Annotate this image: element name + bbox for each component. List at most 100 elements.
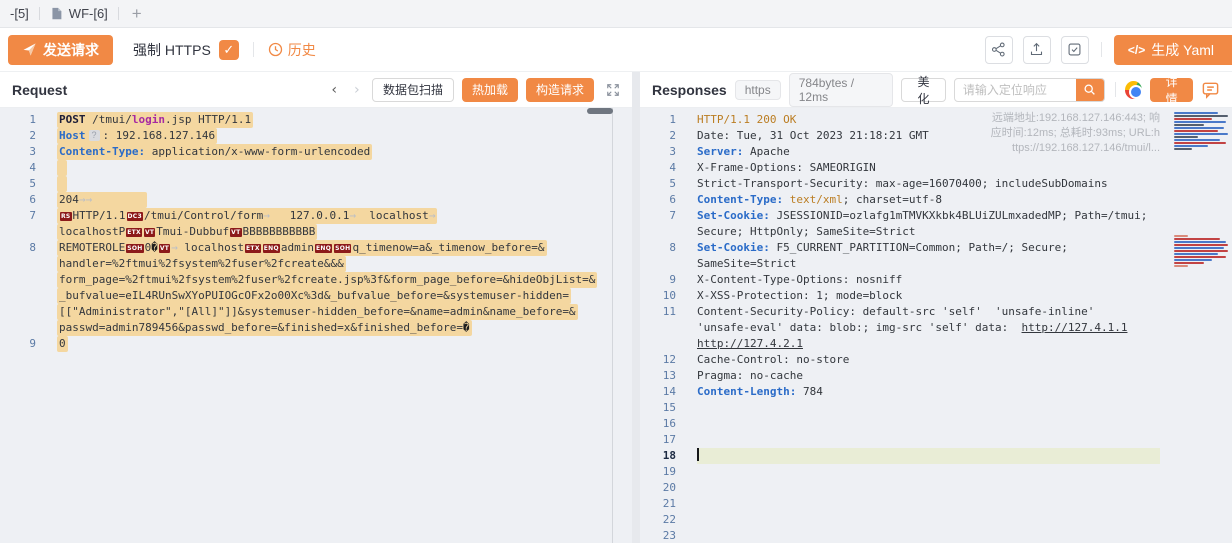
- clock-icon: [268, 42, 283, 57]
- export-button[interactable]: [1023, 36, 1051, 64]
- line-number: [640, 336, 676, 352]
- code-token: [["Administrator","[All]"]]&systemuser-h…: [59, 305, 576, 318]
- edit-button[interactable]: [1061, 36, 1089, 64]
- chrome-icon[interactable]: [1125, 81, 1142, 99]
- minimap-line: [1174, 118, 1212, 120]
- minimap-line: [1174, 127, 1224, 129]
- code-token: /tmui/Control/form: [144, 209, 263, 222]
- code-token: HTTP/1.1: [73, 209, 126, 222]
- line-number: [0, 304, 36, 320]
- code-token: localhost: [356, 209, 429, 222]
- line-content: Strict-Transport-Security: max-age=16070…: [697, 176, 1108, 192]
- minimap-line: [1174, 124, 1204, 126]
- split-resize-handle[interactable]: [632, 72, 640, 543]
- history-prev-button[interactable]: ‹: [327, 82, 341, 98]
- fuzz-highlight: REMOTEROLESOH0�VT→ localhostETXENQadminE…: [57, 240, 547, 256]
- construct-request-button[interactable]: 构造请求: [526, 78, 594, 102]
- packet-scan-button[interactable]: 数据包扫描: [372, 78, 454, 102]
- hot-reload-button[interactable]: 热加载: [462, 78, 518, 102]
- code-line: 6Content-Type: text/xml; charset=utf-8: [640, 192, 1232, 208]
- tab-5[interactable]: -[5]: [0, 0, 39, 27]
- line-content: Date: Tue, 31 Oct 2023 21:18:21 GMT: [697, 128, 929, 144]
- response-search-box: [954, 78, 1105, 102]
- line-number: 1: [640, 112, 676, 128]
- code-line: 9X-Content-Type-Options: nosniff: [640, 272, 1232, 288]
- fuzz-highlight: passwd=admin789456&passwd_before=&finish…: [57, 320, 472, 336]
- line-number: 1: [0, 112, 36, 128]
- line-content: SameSite=Strict: [697, 256, 796, 272]
- minimap-line: [1174, 256, 1226, 258]
- line-content: form_page=%2ftmui%2fsystem%2fuser%2fcrea…: [57, 272, 597, 288]
- magnifier-icon: [1083, 83, 1096, 96]
- line-content: handler=%2ftmui%2fsystem%2fuser%2fcreate…: [57, 256, 346, 272]
- code-line: 7RSHTTP/1.1DC3/tmui/Control/form→ 127.0.…: [0, 208, 632, 224]
- code-token: localhost: [178, 241, 244, 254]
- line-content: Content-Security-Policy: default-src 'se…: [697, 304, 1094, 320]
- request-editor[interactable]: 1POST /tmui/login.jsp HTTP/1.12Host?: 19…: [0, 108, 632, 543]
- line-number: 3: [0, 144, 36, 160]
- code-line: 10X-XSS-Protection: 1; mode=block: [640, 288, 1232, 304]
- line-content: passwd=admin789456&passwd_before=&finish…: [57, 320, 472, 336]
- control-char-badge: VT: [230, 228, 241, 237]
- response-search-input[interactable]: [955, 83, 1076, 97]
- comment-icon[interactable]: [1201, 80, 1220, 99]
- code-token: : 192.168.127.146: [103, 129, 216, 142]
- minimap-line: [1174, 139, 1220, 141]
- send-request-button[interactable]: 发送请求: [8, 35, 113, 65]
- minimap-line: [1174, 250, 1228, 252]
- detail-button[interactable]: 详情: [1150, 78, 1193, 102]
- code-line: 23: [640, 528, 1232, 543]
- minimap-line: [1174, 133, 1228, 135]
- line-content: Cache-Control: no-store: [697, 352, 849, 368]
- upload-icon: [1029, 42, 1044, 57]
- line-number: 21: [640, 496, 676, 512]
- request-panel: Request ‹ › 数据包扫描 热加载 构造请求 1POST /tmui/l…: [0, 72, 632, 543]
- beautify-button[interactable]: 美化: [901, 78, 946, 102]
- fuzz-highlight: [57, 176, 67, 192]
- code-line: 1HTTP/1.1 200 OK: [640, 112, 1232, 128]
- code-token: �: [463, 321, 470, 334]
- response-editor[interactable]: 远端地址:192.168.127.146:443; 响 应时间:12ms; 总耗…: [640, 108, 1232, 543]
- minimap-line: [1174, 145, 1208, 147]
- line-number: 14: [640, 384, 676, 400]
- minimap-line: [1174, 136, 1198, 138]
- line-number: 3: [640, 144, 676, 160]
- add-tab-button[interactable]: +: [119, 4, 155, 24]
- code-line: 1POST /tmui/login.jsp HTTP/1.1: [0, 112, 632, 128]
- line-content: _bufvalue=eIL4RUnSwXYoPUIOGcOFx2o00Xc%3d…: [57, 288, 571, 304]
- code-line: 17: [640, 432, 1232, 448]
- code-line: 3Server: Apache: [640, 144, 1232, 160]
- share-button[interactable]: [985, 36, 1013, 64]
- minimap[interactable]: [1170, 108, 1232, 543]
- generate-yaml-button[interactable]: </> 生成 Yaml: [1114, 35, 1232, 65]
- history-next-button[interactable]: ›: [350, 82, 364, 98]
- code-line: 6204→→: [0, 192, 632, 208]
- code-token: 784: [796, 385, 823, 398]
- code-token: [783, 193, 790, 206]
- minimap-body-block: [1174, 235, 1228, 268]
- code-token: http://127.4.2.1: [697, 337, 803, 350]
- control-char-badge: ETX: [126, 228, 142, 237]
- code-token: →: [349, 209, 356, 222]
- code-line: form_page=%2ftmui%2fsystem%2fuser%2fcrea…: [0, 272, 632, 288]
- history-button[interactable]: 历史: [268, 40, 316, 60]
- fuzz-highlight: form_page=%2ftmui%2fsystem%2fuser%2fcrea…: [57, 272, 597, 288]
- code-token: handler=%2ftmui%2fsystem%2fuser%2fcreate…: [59, 257, 344, 270]
- line-number: 4: [640, 160, 676, 176]
- search-button[interactable]: [1076, 78, 1104, 102]
- line-content: [57, 160, 67, 176]
- minimap-headers-block: [1174, 112, 1228, 151]
- code-token: form_page=%2ftmui%2fsystem%2fuser%2fcrea…: [59, 273, 595, 286]
- force-https-checkbox[interactable]: ✓: [219, 40, 239, 60]
- code-line: 16: [640, 416, 1232, 432]
- line-content: REMOTEROLESOH0�VT→ localhostETXENQadminE…: [57, 240, 547, 256]
- code-line: 14Content-Length: 784: [640, 384, 1232, 400]
- tab-wf-6[interactable]: WF-[6]: [40, 0, 118, 27]
- text-cursor: [697, 448, 699, 461]
- fuzz-highlight: [["Administrator","[All]"]]&systemuser-h…: [57, 304, 578, 320]
- fullscreen-icon[interactable]: [606, 83, 620, 97]
- line-number: 9: [0, 336, 36, 352]
- tab-wf-6-label: WF-[6]: [69, 6, 108, 21]
- line-number: [0, 256, 36, 272]
- request-scrollbar-thumb[interactable]: [587, 108, 613, 114]
